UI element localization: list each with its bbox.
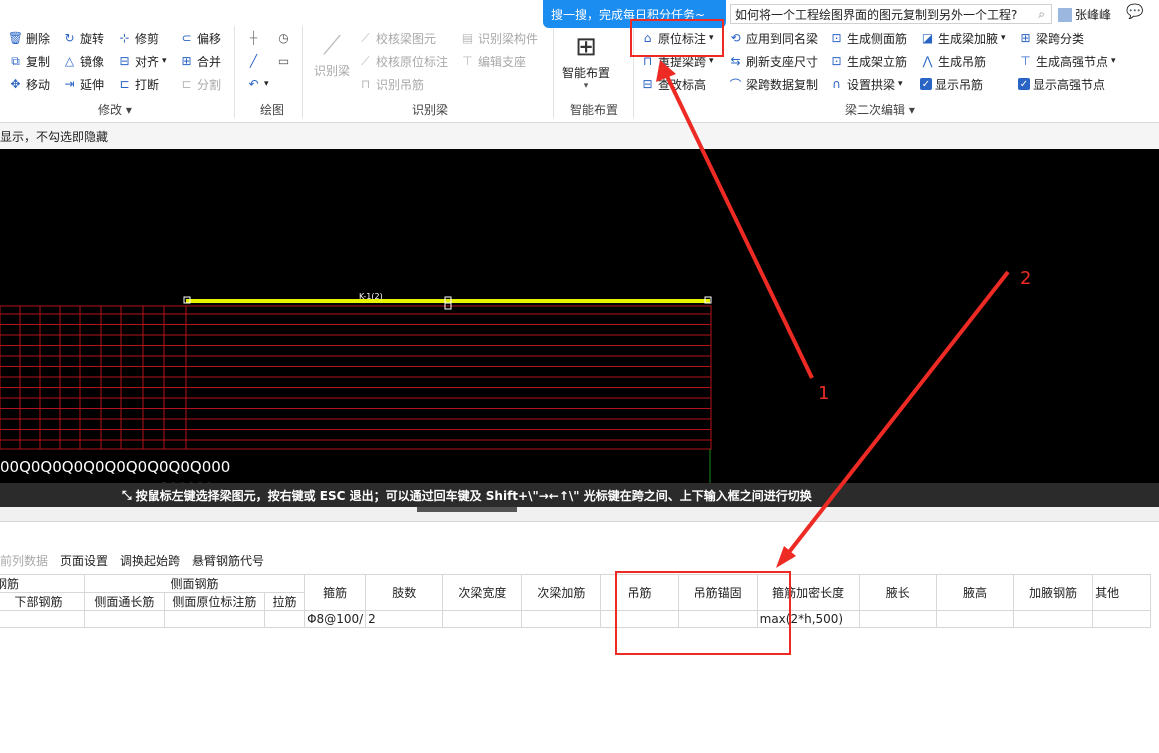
arrow-1-line <box>663 71 814 379</box>
annotation-number-1: 1 <box>818 383 830 404</box>
arrow-2-line <box>784 270 1010 558</box>
annotation-arrows <box>656 60 1010 568</box>
annotation-number-2: 2 <box>1020 268 1032 289</box>
